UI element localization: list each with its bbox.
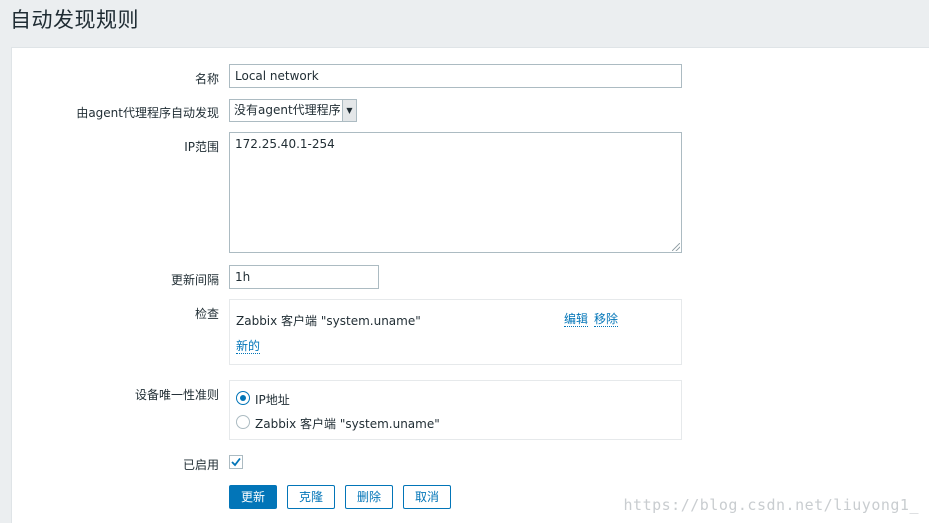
check-edit-link[interactable]: 编辑 [564, 312, 589, 327]
delete-button[interactable]: 删除 [345, 485, 393, 509]
enabled-label: 已启用 [182, 458, 219, 472]
check-remove-link[interactable]: 移除 [594, 312, 619, 327]
cancel-button[interactable]: 取消 [403, 485, 451, 509]
name-input[interactable] [229, 64, 682, 88]
clone-button[interactable]: 克隆 [287, 485, 335, 509]
ip-range-wrapper: 172.25.40.1-254 [229, 132, 682, 253]
proxy-label: 由agent代理程序自动发现 [76, 106, 219, 120]
uniqueness-radio-ip[interactable] [236, 391, 250, 405]
uniqueness-option-agent-label: Zabbix 客户端 "system.uname" [255, 417, 440, 431]
triangle-down-icon: ▼ [342, 100, 356, 121]
interval-input[interactable] [229, 265, 379, 289]
resize-grip-icon[interactable] [672, 243, 680, 251]
check-item-name: Zabbix 客户端 "system.uname" [236, 314, 421, 328]
proxy-select-value: 没有agent代理程序 [234, 103, 341, 117]
form-panel: 名称 由agent代理程序自动发现 没有agent代理程序 ▼ IP范围 172… [11, 47, 929, 523]
uniqueness-label: 设备唯一性准则 [134, 388, 219, 402]
check-new-link[interactable]: 新的 [236, 339, 261, 354]
proxy-select[interactable]: 没有agent代理程序 ▼ [229, 99, 357, 122]
uniqueness-box: IP地址 Zabbix 客户端 "system.uname" [229, 380, 682, 440]
checks-box: Zabbix 客户端 "system.uname" 编辑 移除 新的 [229, 299, 682, 365]
page-title: 自动发现规则 [10, 8, 139, 32]
uniqueness-option-ip-label: IP地址 [255, 393, 290, 407]
ip-range-textarea[interactable]: 172.25.40.1-254 [229, 132, 682, 253]
enabled-checkbox[interactable] [229, 455, 243, 469]
watermark: https://blog.csdn.net/liuyong1_ [623, 496, 919, 514]
checks-label: 检查 [194, 307, 219, 321]
name-label: 名称 [194, 72, 219, 86]
uniqueness-radio-agent[interactable] [236, 415, 250, 429]
checkmark-icon [231, 457, 241, 467]
ip-range-label: IP范围 [184, 140, 219, 154]
interval-label: 更新间隔 [170, 273, 219, 287]
update-button[interactable]: 更新 [229, 485, 277, 509]
